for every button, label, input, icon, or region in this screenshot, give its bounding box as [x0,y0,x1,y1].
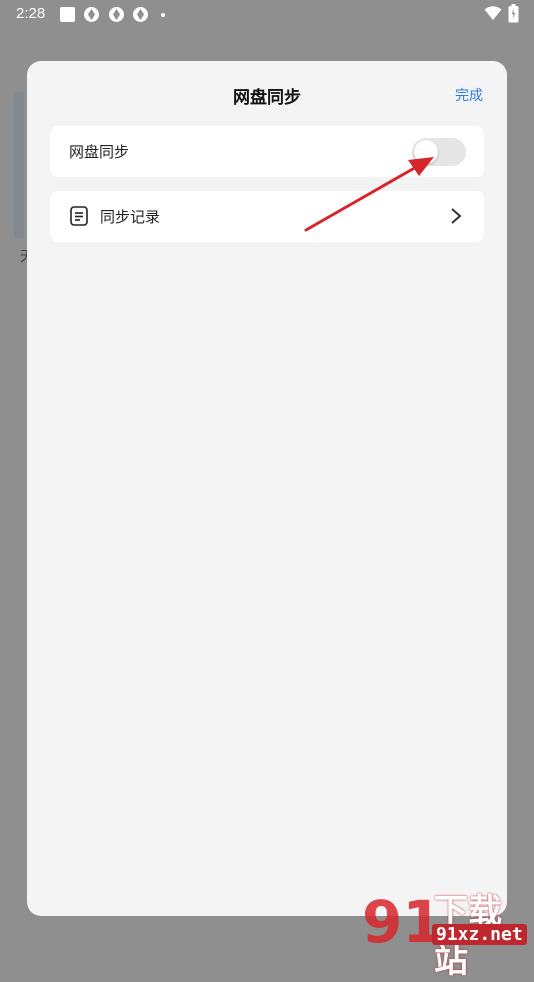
svg-text:91: 91 [362,888,432,950]
status-time: 2:28 [16,5,46,22]
status-bar: 2:28 [0,0,534,30]
toggle-knob [414,140,438,164]
sync-record-label: 同步记录 [100,208,161,226]
app-icon [133,7,148,22]
watermark-logo-icon: 91 [362,888,432,950]
chevron-right-icon [451,208,462,224]
app-icon [109,7,124,22]
dialog-title: 网盘同步 [233,88,301,108]
dot-icon [161,13,165,17]
wifi-icon [484,6,502,20]
battery-icon [508,4,519,23]
document-icon [70,206,88,226]
app-icon [84,7,99,22]
background-book-thumbnail [14,92,24,238]
cloud-sync-toggle[interactable] [412,138,466,166]
sync-settings-dialog: 网盘同步 完成 网盘同步 同步记录 [27,61,507,916]
done-button[interactable]: 完成 [455,85,483,105]
square-notification-icon [60,7,75,22]
watermark-url: 91xz.net [432,924,527,945]
site-watermark: 91 下载站 91xz.net [362,884,534,981]
cloud-sync-label: 网盘同步 [69,143,130,161]
sync-record-row[interactable]: 同步记录 [50,191,484,242]
cloud-sync-row: 网盘同步 [50,126,484,177]
